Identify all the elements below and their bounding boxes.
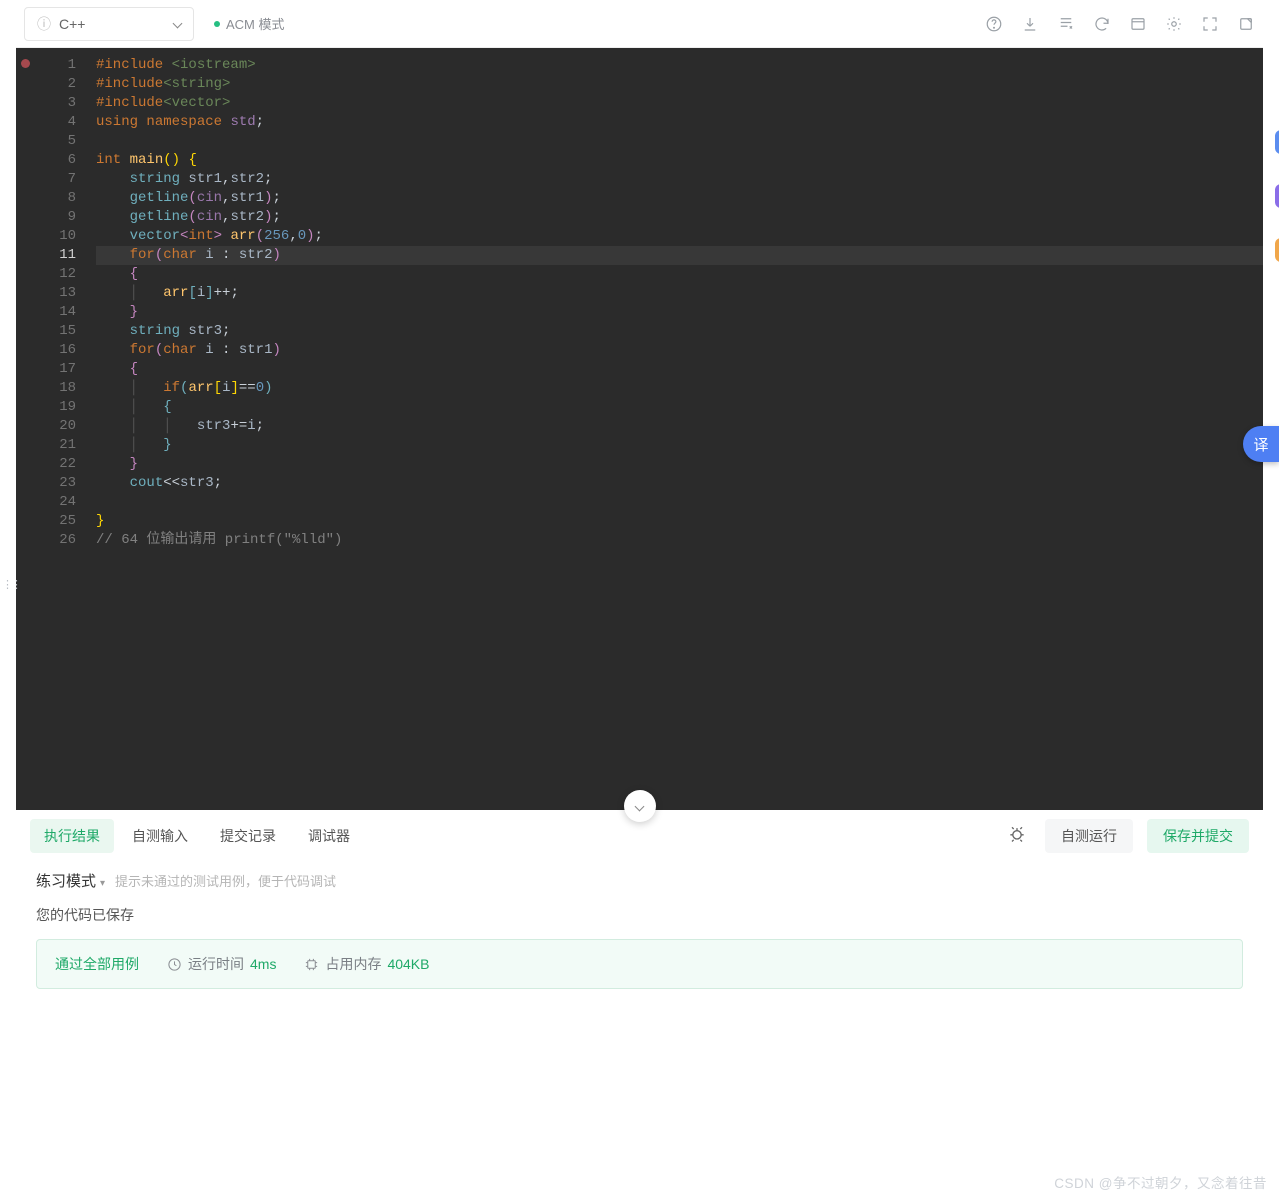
mode-label: ACM 模式 [226, 14, 285, 33]
code-line[interactable]: │ if(arr[i]==0) [96, 379, 1263, 398]
panel-collapse-handle[interactable] [624, 790, 656, 822]
code-line[interactable] [96, 493, 1263, 512]
code-line[interactable]: │ } [96, 436, 1263, 455]
result-tab-0[interactable]: 执行结果 [30, 819, 114, 853]
save-submit-button[interactable]: 保存并提交 [1147, 819, 1249, 853]
notes-icon[interactable] [1057, 15, 1075, 33]
result-body: 练习模式▾ 提示未通过的测试用例，便于代码调试 您的代码已保存 通过全部用例 运… [16, 862, 1263, 1009]
pass-panel: 通过全部用例 运行时间 4ms 占用内存 404KB [36, 939, 1243, 989]
code-line[interactable]: vector<int> arr(256,0); [96, 227, 1263, 246]
result-tabs: 执行结果自测输入提交记录调试器 [30, 819, 364, 853]
practice-mode-row: 练习模式▾ 提示未通过的测试用例，便于代码调试 [36, 870, 1243, 891]
bug-icon[interactable] [1007, 824, 1027, 849]
toolbar: ⓘ C++ ACM 模式 [16, 0, 1263, 48]
code-line[interactable]: for(char i : str2) [96, 246, 1263, 265]
chevron-down-icon [173, 19, 183, 29]
code-line[interactable]: cout<<str3; [96, 474, 1263, 493]
result-tab-2[interactable]: 提交记录 [206, 819, 290, 853]
clock-icon [167, 957, 182, 972]
practice-mode-hint: 提示未通过的测试用例，便于代码调试 [115, 871, 336, 890]
code-line[interactable]: #include <iostream> [96, 56, 1263, 75]
toolbar-actions [985, 15, 1255, 33]
side-widgets [1275, 130, 1279, 262]
code-content[interactable]: #include <iostream>#include<string>#incl… [86, 48, 1263, 810]
code-line[interactable]: } [96, 303, 1263, 322]
saved-message: 您的代码已保存 [36, 905, 1243, 925]
help-icon[interactable] [985, 15, 1003, 33]
code-line[interactable]: using namespace std; [96, 113, 1263, 132]
code-line[interactable]: } [96, 512, 1263, 531]
chip-icon [304, 957, 319, 972]
layout-icon[interactable] [1129, 15, 1147, 33]
practice-mode-title[interactable]: 练习模式▾ [36, 870, 105, 891]
language-select[interactable]: ⓘ C++ [24, 7, 194, 41]
runtime-stat: 运行时间 4ms [167, 954, 276, 974]
code-editor[interactable]: 1234567891011121314151617181920212223242… [16, 48, 1263, 810]
status-dot-icon [214, 21, 220, 27]
code-line[interactable]: │ │ str3+=i; [96, 417, 1263, 436]
watermark: CSDN @争不过朝夕，又念着往昔 [1054, 1172, 1267, 1192]
code-line[interactable] [96, 132, 1263, 151]
breakpoint-gutter[interactable] [16, 48, 32, 810]
code-line[interactable]: for(char i : str1) [96, 341, 1263, 360]
drag-handle-icon[interactable]: ⋮⋮ [2, 578, 20, 591]
memory-stat: 占用内存 404KB [304, 954, 429, 974]
code-line[interactable]: getline(cin,str1); [96, 189, 1263, 208]
refresh-icon[interactable] [1093, 15, 1111, 33]
result-tab-3[interactable]: 调试器 [294, 819, 364, 853]
code-line[interactable]: getline(cin,str2); [96, 208, 1263, 227]
info-icon: ⓘ [37, 14, 51, 34]
code-line[interactable]: string str1,str2; [96, 170, 1263, 189]
code-line[interactable]: } [96, 455, 1263, 474]
code-line[interactable]: { [96, 265, 1263, 284]
breakpoint-marker[interactable] [21, 59, 30, 68]
fullscreen-icon[interactable] [1201, 15, 1219, 33]
code-line[interactable]: { [96, 360, 1263, 379]
code-line[interactable]: #include<string> [96, 75, 1263, 94]
code-line[interactable]: // 64 位输出请用 printf("%lld") [96, 531, 1263, 550]
chevron-down-icon [635, 801, 645, 811]
code-line[interactable]: │ arr[i]++; [96, 284, 1263, 303]
new-window-icon[interactable] [1237, 15, 1255, 33]
code-line[interactable]: int main() { [96, 151, 1263, 170]
settings-icon[interactable] [1165, 15, 1183, 33]
line-number-gutter: 1234567891011121314151617181920212223242… [32, 48, 86, 810]
language-label: C++ [59, 16, 85, 32]
code-line[interactable]: │ { [96, 398, 1263, 417]
pass-all-label: 通过全部用例 [55, 954, 139, 974]
self-test-button[interactable]: 自测运行 [1045, 819, 1133, 853]
code-line[interactable]: #include<vector> [96, 94, 1263, 113]
result-tab-1[interactable]: 自测输入 [118, 819, 202, 853]
code-line[interactable]: string str3; [96, 322, 1263, 341]
translate-tab[interactable]: 译 [1243, 426, 1279, 462]
download-icon[interactable] [1021, 15, 1039, 33]
mode-indicator: ACM 模式 [214, 14, 285, 33]
